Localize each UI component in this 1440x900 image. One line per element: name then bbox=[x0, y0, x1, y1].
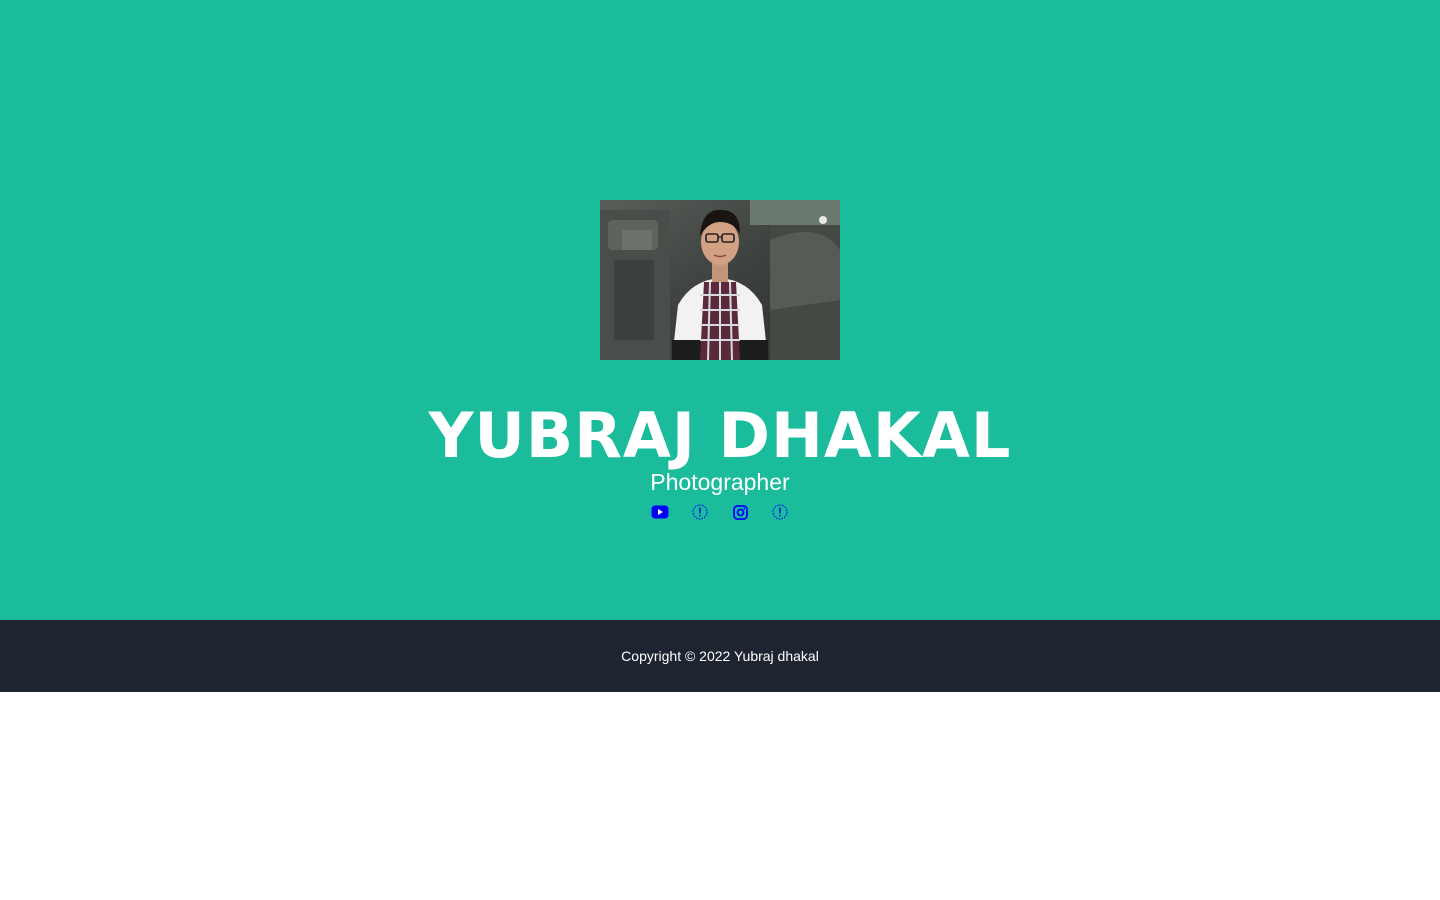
youtube-link[interactable] bbox=[651, 503, 669, 521]
social-link-2[interactable] bbox=[691, 503, 709, 521]
missing-icon bbox=[772, 504, 788, 520]
footer: Copyright © 2022 Yubraj dhakal bbox=[0, 620, 1440, 692]
instagram-link[interactable] bbox=[731, 503, 749, 521]
profile-photo bbox=[600, 200, 840, 360]
social-links bbox=[0, 502, 1440, 522]
copyright-text: Copyright © 2022 Yubraj dhakal bbox=[621, 648, 819, 664]
instagram-icon bbox=[732, 504, 748, 520]
profile-name: YUBRAJ DHAKAL bbox=[428, 399, 1012, 472]
youtube-icon bbox=[651, 505, 669, 519]
hero-section: YUBRAJ DHAKAL Photographer bbox=[0, 0, 1440, 620]
social-link-4[interactable] bbox=[771, 503, 789, 521]
missing-icon bbox=[692, 504, 708, 520]
profile-role: Photographer bbox=[650, 469, 790, 495]
